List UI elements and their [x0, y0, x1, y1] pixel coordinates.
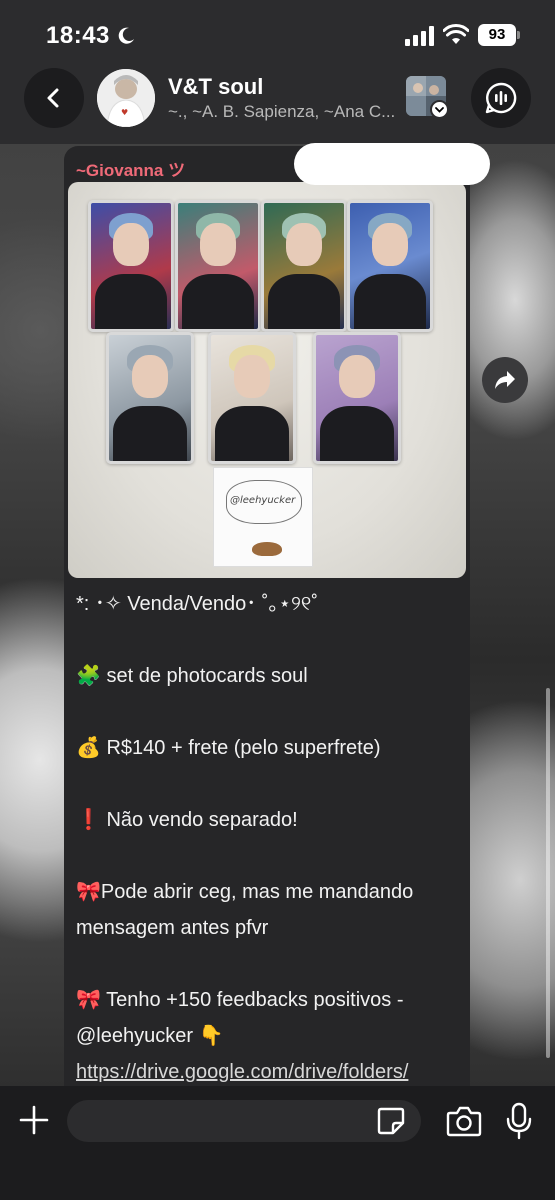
message-photo[interactable]: @leehyucker: [68, 182, 466, 578]
note-handle: @leehyucker: [230, 495, 296, 506]
chat-header: ♥ V&T soul ~., ~A. B. Sapienza, ~Ana C..…: [0, 66, 555, 144]
scrollbar[interactable]: [546, 688, 550, 1058]
text-line: 🧩 set de photocards soul: [76, 665, 308, 687]
handle-note: @leehyucker: [213, 467, 313, 567]
text-line: mensagem antes pfvr: [76, 917, 269, 939]
plus-icon: [19, 1105, 49, 1135]
battery-indicator: 93: [478, 24, 516, 46]
signal-icon: [405, 26, 434, 46]
sender-name[interactable]: ~Giovanna ツ: [76, 156, 185, 181]
text-line: *: ･✧ Venda/Vendo･ ˚｡⋆୨୧˚: [76, 593, 319, 615]
call-icon: [485, 82, 517, 114]
text-gap: [76, 766, 462, 802]
photocard-6: [208, 332, 296, 464]
community-badge: [430, 100, 449, 119]
mic-icon[interactable]: [504, 1102, 534, 1140]
wifi-icon: [443, 24, 469, 44]
input-bar: [0, 1086, 555, 1200]
photocard-3: [261, 200, 347, 332]
status-bar: 18:43 93: [0, 0, 555, 66]
photocard-1: [88, 200, 174, 332]
group-avatar[interactable]: ♥: [97, 69, 155, 127]
text-line: ❗ Não vendo separado!: [76, 809, 298, 831]
group-members[interactable]: ~., ~A. B. Sapienza, ~Ana C...: [168, 102, 406, 122]
svg-text:♥: ♥: [121, 108, 128, 117]
photocard-5: [106, 332, 194, 464]
bear-doodle: [252, 542, 282, 556]
forward-icon: [495, 371, 515, 389]
photocard-7: [313, 332, 401, 464]
back-button[interactable]: [24, 68, 84, 128]
text-gap: [76, 622, 462, 658]
text-gap: [76, 694, 462, 730]
back-chevron-icon: [47, 88, 59, 108]
sticker-icon[interactable]: [376, 1106, 406, 1136]
forward-button[interactable]: [482, 357, 528, 403]
text-line: @leehyucker 👇: [76, 1025, 224, 1047]
message-text: *: ･✧ Venda/Vendo･ ˚｡⋆୨୧˚ 🧩 set de photo…: [76, 586, 462, 1086]
message-input[interactable]: [67, 1100, 421, 1142]
camera-icon[interactable]: [446, 1104, 482, 1138]
group-avatar-image: ♥: [97, 69, 155, 127]
attach-button[interactable]: [14, 1100, 54, 1140]
battery-tip: [517, 31, 520, 39]
group-title[interactable]: V&T soul: [168, 74, 263, 100]
photocard-2: [175, 200, 261, 332]
status-time: 18:43: [46, 22, 110, 49]
redacted-area: [294, 143, 490, 185]
drive-link[interactable]: https://drive.google.com/drive/folders/: [76, 1054, 462, 1086]
text-line: 🎀Pode abrir ceg, mas me mandando: [76, 881, 414, 903]
photocard-4: [347, 200, 433, 332]
moon-icon: [118, 27, 134, 44]
text-line: 💰 R$140 + frete (pelo superfrete): [76, 737, 381, 759]
chevron-down-icon: [435, 107, 444, 113]
text-line: 🎀 Tenho +150 feedbacks positivos -: [76, 989, 404, 1011]
text-gap: [76, 838, 462, 874]
text-gap: [76, 946, 462, 982]
group-call-button[interactable]: [471, 68, 531, 128]
message-bubble[interactable]: ~Giovanna ツ @leehyucker *: ･✧ Venda/Vend…: [64, 146, 470, 1086]
